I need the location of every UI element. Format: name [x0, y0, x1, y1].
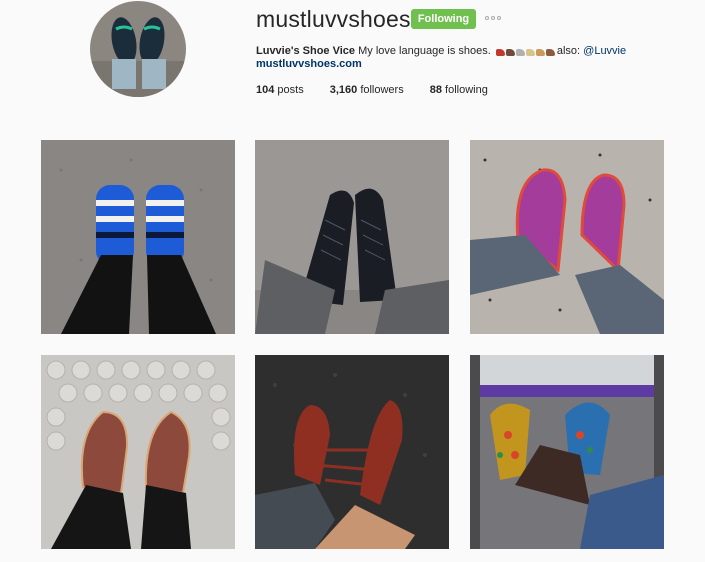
- following-count: 88: [429, 84, 442, 96]
- post-tile-black-woven-sneakers[interactable]: [255, 140, 449, 334]
- followers-stat[interactable]: 3,160 followers: [330, 84, 404, 96]
- following-button[interactable]: Following: [411, 9, 476, 29]
- post-tile-brown-leather-oxfords[interactable]: [41, 355, 235, 549]
- posts-label: posts: [277, 84, 304, 96]
- bio-text: My love language is shoes.: [358, 45, 491, 57]
- followers-count: 3,160: [329, 84, 358, 96]
- profile-username: mustluvvshoes: [256, 6, 411, 32]
- posts-stat: 104 posts: [256, 84, 304, 96]
- more-options-icon[interactable]: [485, 16, 501, 20]
- following-stat[interactable]: 88 following: [430, 84, 488, 96]
- post-tile-red-strappy-heels[interactable]: [255, 355, 449, 549]
- avatar-shoes-image: [90, 1, 186, 97]
- post-tile-blue-striped-slip-ons[interactable]: [41, 140, 235, 334]
- bio-also: also:: [556, 45, 581, 57]
- bio-mention-link[interactable]: @Luvvie: [583, 45, 626, 57]
- followers-label: followers: [360, 84, 404, 96]
- post-tile-patterned-pumps[interactable]: [470, 355, 664, 549]
- posts-count: 104: [256, 84, 275, 96]
- post-tile-purple-suede-wingtips[interactable]: [470, 140, 664, 334]
- website-link[interactable]: mustluvvshoes.com: [256, 58, 362, 70]
- profile-bio: Luvvie's Shoe Vice My love language is s…: [256, 44, 686, 59]
- profile-stats: 104 posts 3,160 followers 88 following: [256, 84, 514, 96]
- profile-avatar[interactable]: [90, 1, 186, 97]
- following-label: following: [445, 84, 488, 96]
- shoe-emoji-icons: [495, 49, 555, 56]
- bio-name: Luvvie's Shoe Vice: [256, 45, 356, 57]
